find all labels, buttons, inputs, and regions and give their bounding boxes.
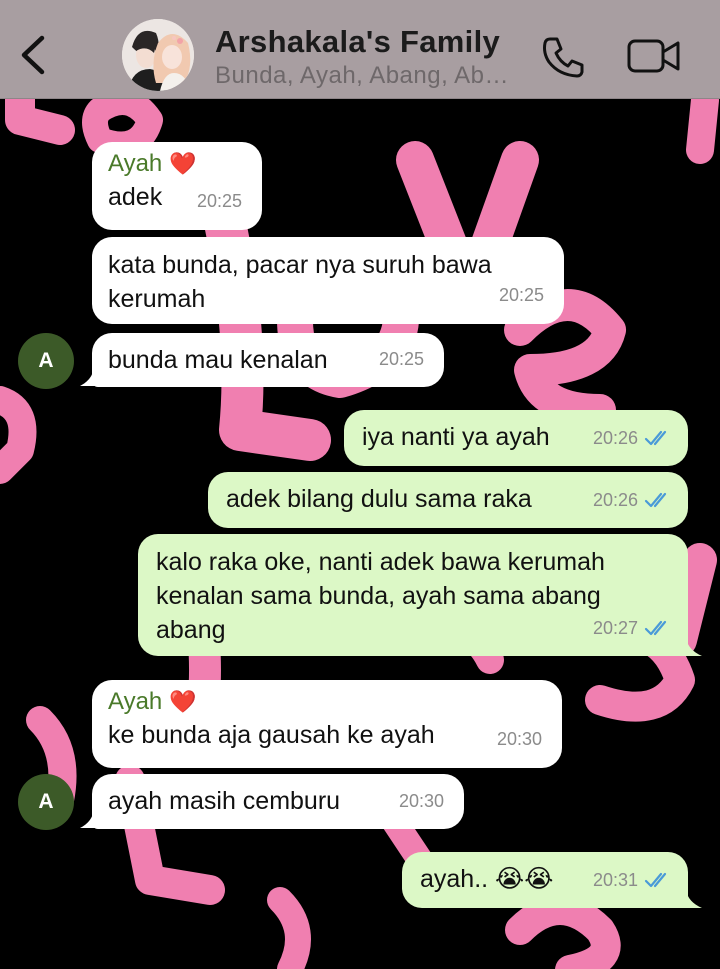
message-text: ke bunda aja gausah ke ayah: [108, 721, 435, 749]
read-receipt-icon: [644, 430, 667, 446]
phone-icon: [543, 37, 584, 78]
timestamp-text: 20:26: [592, 428, 638, 448]
heart-emoji: ❤️: [168, 689, 197, 714]
message-text: ayah masih cemburu: [108, 787, 341, 815]
group-photo-illustration: [122, 19, 194, 91]
incoming-message-bubble[interactable]: Ayah ❤️ ke bunda aja gausah ke ayah 20:3…: [92, 680, 562, 768]
group-members-subtitle[interactable]: Bunda, Ayah, Abang, Ab…: [215, 62, 520, 90]
message-timestamp: 20:30: [496, 729, 542, 749]
sender-name[interactable]: Ayah ❤️: [108, 686, 546, 718]
outgoing-message-bubble[interactable]: ayah.. 😭😭 20:31: [402, 852, 688, 908]
message-text: kata bunda, pacar nya suruh bawa kerumah: [108, 251, 492, 313]
message-timestamp: 20:26: [593, 421, 672, 455]
back-button[interactable]: [14, 30, 50, 80]
sender-name-text: Ayah: [108, 150, 163, 177]
read-receipt-icon: [644, 872, 667, 888]
message-timestamp: 20:27: [593, 611, 672, 645]
sender-avatar[interactable]: A: [18, 774, 74, 830]
sender-name-text: Ayah: [108, 688, 163, 715]
chat-header: Arshakala's Family Bunda, Ayah, Abang, A…: [0, 0, 720, 99]
avatar-initial: A: [38, 790, 54, 813]
outgoing-message-bubble[interactable]: adek bilang dulu sama raka 20:26: [208, 472, 688, 528]
read-receipt-icon: [644, 620, 667, 636]
message-timestamp: 20:25: [196, 191, 242, 211]
avatar-initial: A: [38, 349, 54, 372]
heart-emoji: ❤️: [168, 151, 197, 176]
message-timestamp: 20:30: [398, 791, 444, 811]
incoming-message-bubble[interactable]: kata bunda, pacar nya suruh bawa kerumah…: [92, 237, 564, 324]
back-chevron-icon: [21, 35, 45, 75]
timestamp-text: 20:31: [592, 870, 638, 890]
video-call-button[interactable]: [626, 36, 682, 76]
read-receipt-icon: [644, 492, 667, 508]
sender-avatar[interactable]: A: [18, 333, 74, 389]
incoming-message-bubble[interactable]: ayah masih cemburu 20:30: [92, 774, 464, 829]
voice-call-button[interactable]: [540, 34, 586, 80]
outgoing-message-bubble[interactable]: iya nanti ya ayah 20:26: [344, 410, 688, 466]
timestamp-text: 20:26: [592, 490, 638, 510]
incoming-message-bubble[interactable]: bunda mau kenalan 20:25: [92, 333, 444, 387]
sender-name[interactable]: Ayah ❤️: [108, 148, 246, 180]
outgoing-message-bubble[interactable]: kalo raka oke, nanti adek bawa kerumah k…: [138, 534, 688, 656]
chat-title[interactable]: Arshakala's Family: [215, 24, 500, 60]
video-camera-icon: [627, 39, 680, 73]
timestamp-text: 20:27: [592, 618, 638, 638]
group-avatar-photo[interactable]: [122, 19, 194, 91]
message-timestamp: 20:25: [498, 285, 544, 305]
message-timestamp: 20:26: [593, 483, 672, 517]
incoming-message-bubble[interactable]: Ayah ❤️ adek 20:25: [92, 142, 262, 230]
message-timestamp: 20:31: [593, 863, 672, 897]
message-timestamp: 20:25: [378, 349, 424, 369]
